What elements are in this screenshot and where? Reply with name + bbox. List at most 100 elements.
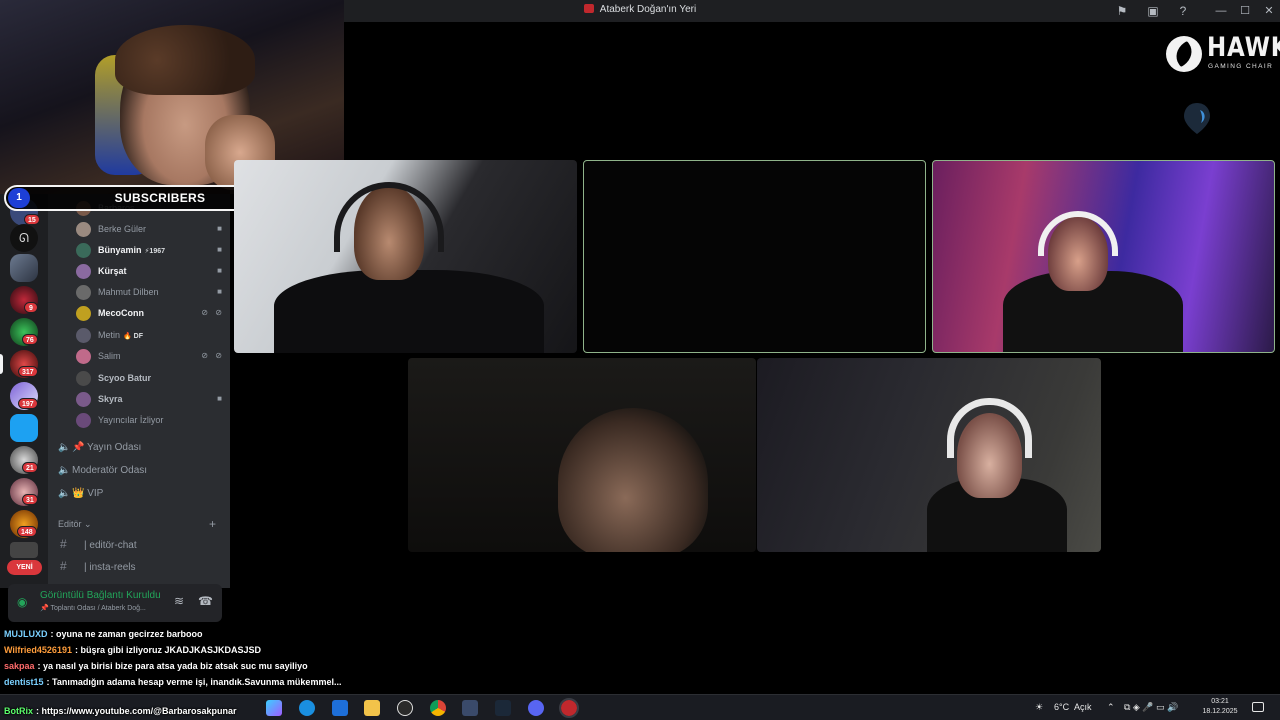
signal-icon: ◉	[17, 595, 28, 609]
member-row[interactable]: Scyoo Batur	[76, 370, 226, 388]
server-badge-4: 9	[24, 302, 38, 313]
speaker-icon: 🔈	[58, 488, 71, 499]
member-row[interactable]: Salim ⊘ ⊘	[76, 348, 226, 366]
member-row[interactable]: Kürşat ■	[76, 263, 226, 281]
chat-text: : Tanımadığın adama hesap verme işi, ina…	[46, 677, 342, 687]
member-row[interactable]: Mahmut Dilben ■	[76, 284, 226, 302]
video-tile-1[interactable]	[234, 160, 577, 353]
maximize-button[interactable]: ☐	[1234, 2, 1256, 20]
member-name-text: Metin	[98, 330, 121, 340]
weather-desc[interactable]: Açık	[1074, 702, 1092, 712]
server-badge-5: 76	[22, 334, 38, 345]
streamer-hair	[115, 25, 255, 95]
noise-suppression-icon[interactable]: ≋	[174, 594, 184, 608]
outlook-icon[interactable]	[332, 700, 348, 716]
server-badge-11: 148	[17, 526, 37, 537]
avatar	[76, 306, 91, 321]
member-name: Yayıncılar İzliyor	[98, 415, 164, 425]
tray-apps-icon[interactable]: ⧉ ◈ 🎤 ▭ 🔊	[1124, 702, 1178, 713]
voice-channel-path[interactable]: 📌 Toplantı Odası / Ataberk Doğ...	[40, 604, 146, 612]
chat-message: BotRix: https://www.youtube.com/@Barbaro…	[4, 706, 236, 716]
edge-icon[interactable]	[299, 700, 315, 716]
voice-channel-vip[interactable]: 🔈 👑 VIP	[58, 488, 103, 506]
screen: Ataberk Doğan'ın Yeri ⚑ ▣ ? — ☐ ✕ 15 ᘏ 9…	[0, 0, 1280, 720]
inbox-icon[interactable]: ▣	[1145, 3, 1161, 19]
category-editor[interactable]: Editör ⌄	[58, 519, 92, 530]
server-badge-10: 31	[22, 494, 38, 505]
hawk-logo-icon	[1166, 36, 1202, 72]
speaker-icon: 🔈	[58, 442, 71, 453]
avatar	[76, 328, 91, 343]
obs-icon[interactable]	[559, 698, 579, 718]
discord-icon[interactable]	[528, 700, 544, 716]
voice-channel-label: Moderatör Odası	[72, 465, 148, 476]
member-row[interactable]: Bünyamin ⚡1967 ■	[76, 242, 226, 260]
video-tile-5[interactable]	[757, 358, 1101, 552]
server-icon-2[interactable]: ᘏ	[10, 224, 38, 252]
voice-status: Görüntülü Bağlantı Kuruldu	[40, 590, 161, 601]
voice-channel-moderator[interactable]: 🔈 Moderatör Odası	[58, 465, 147, 483]
close-button[interactable]: ✕	[1258, 2, 1280, 20]
add-channel-icon[interactable]: +	[209, 517, 216, 531]
minimize-button[interactable]: —	[1210, 2, 1232, 20]
text-channel-insta-reels[interactable]: # | insta-reels	[60, 559, 136, 573]
clock-date: 18.12.2025	[1202, 708, 1238, 715]
chat-text: : ya nasıl ya birisi bize para atsa yada…	[37, 661, 308, 671]
weather-temp[interactable]: 6°C	[1054, 702, 1069, 712]
flag-icon[interactable]: ⚑	[1114, 3, 1130, 19]
new-servers-badge[interactable]: YENİ	[7, 560, 42, 575]
member-name: Salim	[98, 351, 121, 361]
chat-text: : oyuna ne zaman gecirzez barbooo	[50, 629, 203, 639]
chat-text: : büşra gibi izliyoruz JKADJKASJKDASJSD	[74, 645, 262, 655]
clock[interactable]: 03:21 18.12.2025	[1200, 697, 1240, 717]
tray-chevron-icon[interactable]: ⌃	[1107, 702, 1115, 713]
xbox-icon[interactable]	[397, 700, 413, 716]
channel-sidebar: Barbaros Berke Güler ■ Bünyamin⚡1967 ■ K…	[48, 194, 230, 588]
chrome-icon[interactable]	[430, 700, 446, 716]
weather-icon[interactable]: ☀	[1035, 702, 1043, 713]
member-row[interactable]: MecoConn ⊘ ⊘	[76, 305, 226, 323]
video-tile-2[interactable]	[583, 160, 926, 353]
voice-channel-yayin[interactable]: 🔈 📌 Yayın Odası	[58, 442, 141, 460]
text-channel-editor-chat[interactable]: # | editör-chat	[60, 537, 137, 551]
server-icon-8[interactable]	[10, 414, 38, 442]
camera-icon: ■	[217, 224, 222, 233]
app-icon[interactable]	[462, 700, 478, 716]
hash-icon: #	[60, 537, 67, 551]
text-channel-label: | insta-reels	[84, 562, 136, 573]
avatar	[76, 392, 91, 407]
member-row[interactable]: Skyra ■	[76, 391, 226, 409]
member-row[interactable]: Yayıncılar İzliyor	[76, 412, 226, 430]
member-row[interactable]: Berke Güler ■	[76, 221, 226, 239]
chat-message: MUJLUXD: oyuna ne zaman gecirzez barbooo	[4, 629, 203, 639]
voice-channel-label: 📌 Yayın Odası	[72, 442, 142, 453]
help-icon[interactable]: ?	[1175, 3, 1191, 19]
video-tile-3[interactable]	[932, 160, 1275, 353]
location-pin-icon	[1184, 103, 1210, 134]
avatar	[76, 349, 91, 364]
server-folder-icon[interactable]	[10, 542, 38, 558]
server-badge-7: 197	[18, 398, 38, 409]
speaker-icon: 🔈	[58, 465, 71, 476]
server-icon-3[interactable]	[10, 254, 38, 282]
deafen-icon: ⊘	[215, 308, 222, 317]
avatar	[76, 243, 91, 258]
member-row[interactable]: Metin 🔥 DF	[76, 327, 226, 345]
notification-icon[interactable]	[1252, 702, 1264, 712]
chat-message: sakpaa: ya nasıl ya birisi bize para ats…	[4, 661, 308, 671]
mute-icon: ⊘	[201, 308, 208, 317]
steam-icon[interactable]	[495, 700, 511, 716]
disconnect-icon[interactable]: ☎	[198, 594, 213, 608]
copilot-icon[interactable]	[266, 700, 282, 716]
voice-connection-panel: ◉ Görüntülü Bağlantı Kuruldu 📌 Toplantı …	[8, 584, 222, 622]
video-tile-4[interactable]	[408, 358, 756, 552]
sponsor-logo: HAWK GAMING CHAIR	[1166, 34, 1280, 74]
file-explorer-icon[interactable]	[364, 700, 380, 716]
headset	[1038, 211, 1118, 256]
deafen-icon: ⊘	[215, 351, 222, 360]
text-channel-label: | editör-chat	[84, 540, 137, 551]
camera-icon: ■	[217, 287, 222, 296]
camera-icon: ■	[217, 266, 222, 275]
member-name-text: Bünyamin	[98, 245, 142, 255]
server-selected-pill	[0, 354, 3, 374]
